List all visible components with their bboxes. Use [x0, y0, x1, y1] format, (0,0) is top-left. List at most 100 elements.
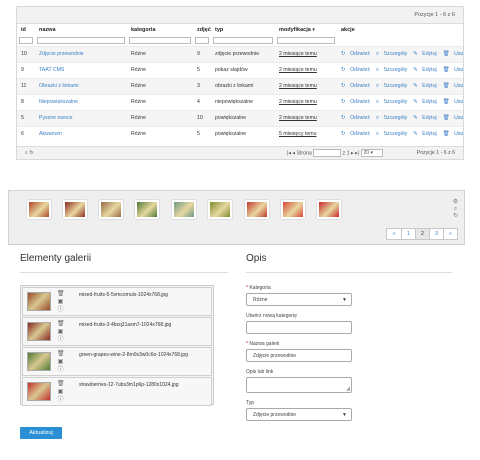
trash-icon[interactable]: 🗑 [57, 320, 65, 328]
column-header-modified[interactable]: modyfikacja ▾ [275, 24, 337, 36]
details-link[interactable]: ⌕ Szczegóły [376, 67, 410, 73]
element-thumbnail[interactable] [27, 292, 51, 311]
column-header-name[interactable]: nazwa [35, 24, 127, 36]
table-row[interactable]: 8 Niepowiększalne Różne 4 niepowiększalne 2 m… [17, 93, 463, 110]
gallery-name-link[interactable]: Zdjęcie przewodnie [39, 51, 84, 57]
gallery-name-input[interactable]: Zdjęcie przewodnie [246, 349, 352, 362]
gallery-name-link[interactable]: TAAT CMS [39, 67, 64, 73]
column-header-type[interactable]: typ [211, 24, 275, 36]
gallery-name-link[interactable]: Pyszne owoce [39, 115, 72, 121]
gallery-element-row[interactable]: 🗑 ▣ ⓘ strawberries-12-7ubs3m1p6p-1280x1024.… [22, 377, 212, 406]
first-page-icon[interactable]: |◂ [287, 150, 291, 156]
gallery-name-link[interactable]: Akwarium [39, 131, 62, 137]
category-select[interactable]: Różne ▼ [246, 293, 352, 306]
edit-link[interactable]: ✎ Edytuj [413, 99, 439, 105]
edit-link[interactable]: ✎ Edytuj [413, 115, 439, 121]
type-select[interactable]: Zdjęcie przewodnie ▼ [246, 408, 352, 421]
page-size-select[interactable]: 20 ▾ [360, 149, 383, 157]
refresh-link[interactable]: ↻ Odśwież [341, 51, 373, 57]
new-category-input[interactable] [246, 321, 352, 334]
trash-icon[interactable]: 🗑 [57, 350, 65, 358]
pagination-item[interactable]: « [387, 229, 401, 239]
prev-page-icon[interactable]: ◂ [292, 150, 295, 156]
table-row[interactable]: 6 Akwarium Różne 5 powiększalne 5 miesięcy te… [17, 125, 463, 142]
delete-link[interactable]: 🗑 Usuń [443, 83, 463, 89]
info-icon[interactable]: ⓘ [57, 396, 64, 404]
gallery-thumbnail[interactable] [208, 200, 232, 219]
image-icon[interactable]: ▣ [57, 328, 64, 336]
gallery-thumbnail[interactable] [63, 200, 87, 219]
gallery-element-row[interactable]: 🗑 ▣ ⓘ mixed-fruits-5-5vmcomulx-1024x768.jpg [22, 287, 212, 316]
update-button[interactable]: Aktualizuj [20, 427, 62, 439]
edit-link[interactable]: ✎ Edytuj [413, 131, 439, 137]
info-icon[interactable]: ⓘ [57, 336, 64, 344]
delete-link[interactable]: 🗑 Usuń [443, 67, 463, 73]
next-page-icon[interactable]: ▸ [351, 150, 354, 156]
element-thumbnail[interactable] [27, 322, 51, 341]
zoom-icon[interactable]: ⌕ [452, 206, 459, 213]
table-row[interactable]: 9 TAAT CMS Różne 5 pokaz slajdów 2 miesiące t… [17, 61, 463, 78]
edit-link[interactable]: ✎ Edytuj [413, 67, 439, 73]
filter-type-input[interactable] [213, 37, 273, 45]
gallery-name-link[interactable]: Niepowiększalne [39, 99, 78, 105]
details-link[interactable]: ⌕ Szczegóły [376, 83, 410, 89]
gallery-thumbnail[interactable] [99, 200, 123, 219]
description-textarea[interactable]: ◢ [246, 377, 352, 393]
delete-link[interactable]: 🗑 Usuń [443, 131, 463, 137]
trash-icon[interactable]: 🗑 [57, 380, 65, 388]
element-thumbnail[interactable] [27, 352, 51, 371]
trash-icon[interactable]: 🗑 [57, 290, 65, 298]
pagination-item[interactable]: 3 [429, 229, 443, 239]
info-icon[interactable]: ⓘ [57, 306, 64, 314]
pagination-item[interactable]: 2 [415, 229, 429, 239]
details-link[interactable]: ⌕ Szczegóły [376, 131, 410, 137]
gallery-element-row[interactable]: 🗑 ▣ ⓘ green-grapes-wine-2-8m0s3w0c6o-1024x7… [22, 347, 212, 376]
image-icon[interactable]: ▣ [57, 298, 64, 306]
refresh-link[interactable]: ↻ Odśwież [341, 131, 373, 137]
table-row[interactable]: 5 Pyszne owoce Różne 10 powiększalne 2 miesią… [17, 109, 463, 126]
gallery-name-link[interactable]: Obrazki z linkami [39, 83, 79, 89]
table-row[interactable]: 11 Obrazki z linkami Różne 3 obrazki z linka… [17, 77, 463, 94]
filter-category-input[interactable] [129, 37, 191, 45]
delete-link[interactable]: 🗑 Usuń [443, 51, 463, 57]
resize-grip-icon[interactable]: ◢ [346, 386, 350, 392]
refresh-link[interactable]: ↻ Odśwież [341, 67, 373, 73]
element-thumbnail[interactable] [27, 382, 51, 401]
gallery-thumbnail[interactable] [135, 200, 159, 219]
delete-link[interactable]: 🗑 Usuń [443, 99, 463, 105]
column-header-id[interactable]: id [17, 24, 35, 36]
page-number-input[interactable] [313, 149, 342, 157]
details-link[interactable]: ⌕ Szczegóły [376, 115, 410, 121]
refresh-icon[interactable]: ↻ [452, 213, 459, 220]
pagination-item[interactable]: » [443, 229, 457, 239]
gallery-thumbnail[interactable] [172, 200, 196, 219]
image-icon[interactable]: ▣ [57, 388, 64, 396]
column-header-photos[interactable]: zdjęć [193, 24, 211, 36]
gallery-thumbnail[interactable] [317, 200, 341, 219]
details-link[interactable]: ⌕ Szczegóły [376, 99, 410, 105]
gallery-thumbnail[interactable] [245, 200, 269, 219]
refresh-link[interactable]: ↻ Odśwież [341, 83, 373, 89]
image-icon[interactable]: ▣ [57, 358, 64, 366]
filter-modified-input[interactable] [277, 37, 335, 45]
edit-link[interactable]: ✎ Edytuj [413, 83, 439, 89]
last-page-icon[interactable]: ▸| [355, 150, 359, 156]
filter-photos-input[interactable] [195, 37, 209, 45]
refresh-link[interactable]: ↻ Odśwież [341, 99, 373, 105]
filter-name-input[interactable] [37, 37, 125, 45]
delete-link[interactable]: 🗑 Usuń [443, 115, 463, 121]
gallery-thumbnail[interactable] [27, 200, 51, 219]
details-link[interactable]: ⌕ Szczegóły [376, 51, 410, 57]
table-row[interactable]: 10 Zdjęcie przewodnie Różne 9 zdjęcie przewo… [17, 45, 463, 62]
edit-link[interactable]: ✎ Edytuj [413, 51, 439, 57]
settings-gear-icon[interactable]: ⚙ [452, 199, 459, 206]
pagination-item[interactable]: 1 [401, 229, 415, 239]
reload-icon[interactable]: ↻ [29, 150, 33, 156]
gallery-element-row[interactable]: 🗑 ▣ ⓘ mixed-fruits-3-4bzq31asm7-1024x768.jp… [22, 317, 212, 346]
column-header-category[interactable]: kategoria [127, 24, 193, 36]
gallery-thumbnail[interactable] [281, 200, 305, 219]
search-icon[interactable]: ⌕ [25, 150, 28, 156]
refresh-link[interactable]: ↻ Odśwież [341, 115, 373, 121]
info-icon[interactable]: ⓘ [57, 366, 64, 374]
filter-id-input[interactable] [19, 37, 33, 45]
